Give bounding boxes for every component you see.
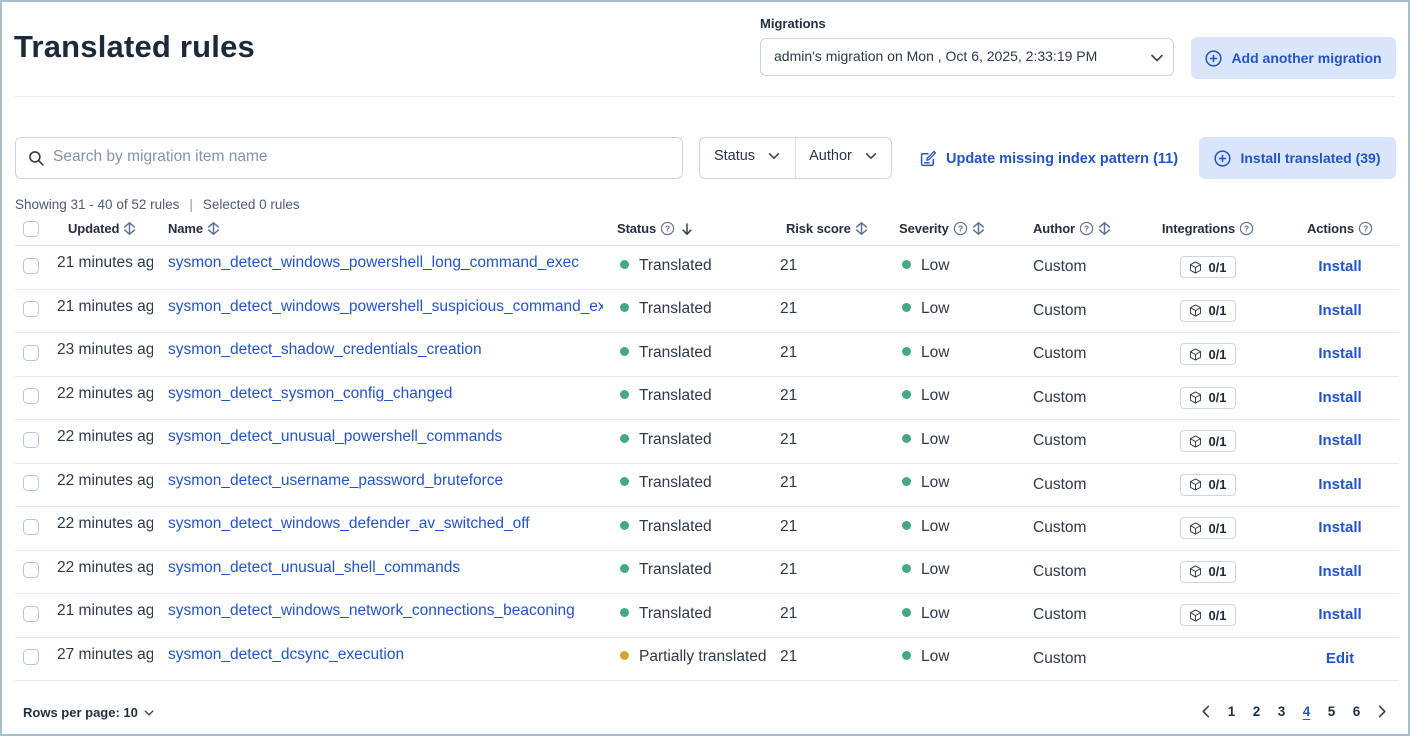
svg-text:?: ?	[958, 224, 963, 234]
svg-text:?: ?	[1363, 224, 1368, 234]
svg-text:?: ?	[665, 224, 670, 234]
svg-text:?: ?	[1084, 224, 1089, 234]
svg-text:?: ?	[1244, 224, 1249, 234]
